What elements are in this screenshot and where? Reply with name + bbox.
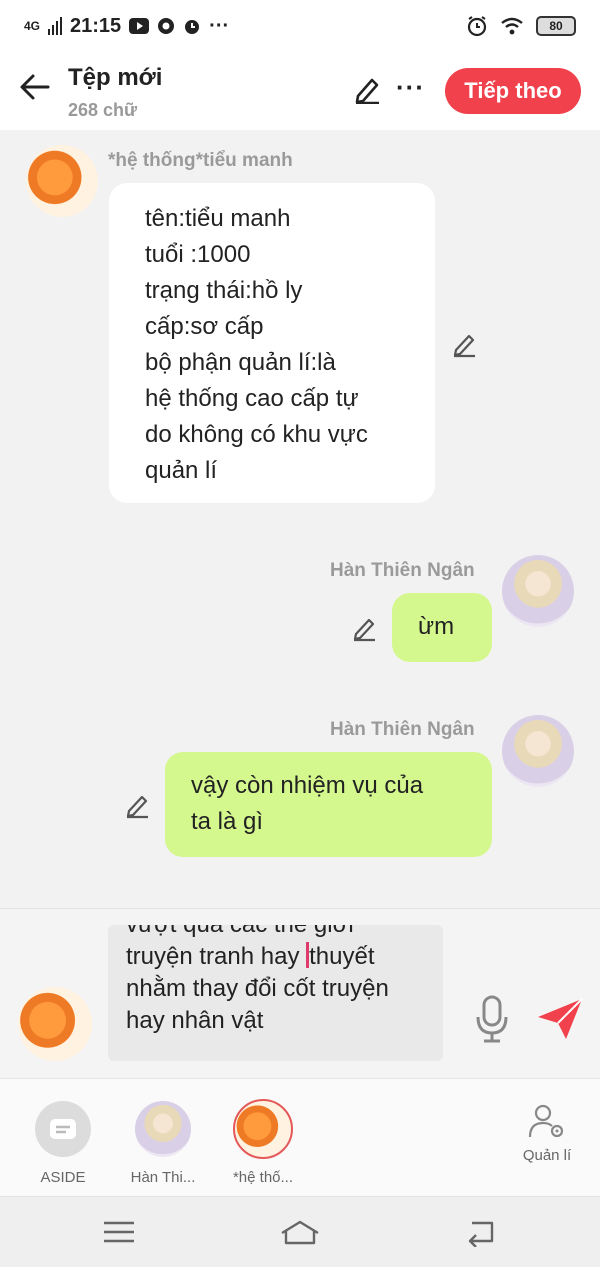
back-icon[interactable]	[462, 1217, 502, 1247]
aside-icon	[35, 1101, 91, 1157]
role-label: Quản lí	[522, 1147, 572, 1164]
edit-icon[interactable]	[352, 74, 382, 104]
edit-message-icon[interactable]	[450, 330, 478, 358]
sender-name: Hàn Thiên Ngân	[330, 719, 475, 740]
status-bar: 4G 21:15 ··· 80	[0, 0, 600, 52]
role-label: ASIDE	[40, 1169, 86, 1186]
more-notifications: ···	[209, 14, 230, 37]
message-bubble[interactable]: vậy còn nhiệm vụ của ta là gì	[165, 752, 492, 857]
word-count: 268 chữ	[68, 100, 138, 120]
network-label: 4G	[24, 19, 41, 33]
user-settings-icon	[528, 1104, 564, 1138]
edit-message-icon[interactable]	[350, 614, 378, 642]
microphone-icon[interactable]	[474, 995, 510, 1043]
back-arrow-icon[interactable]	[18, 70, 52, 104]
avatar-fox[interactable]	[26, 145, 98, 217]
header: Tệp mới 268 chữ ··· Tiếp theo	[0, 52, 600, 130]
message-text: tên:tiểu manh tuổi :1000 trạng thái:hồ l…	[145, 205, 368, 484]
more-options-button[interactable]: ···	[396, 72, 425, 103]
battery-icon: 80	[536, 16, 576, 36]
avatar-girl[interactable]	[502, 715, 574, 787]
role-label: Hàn Thi...	[130, 1169, 196, 1186]
battery-level: 80	[549, 19, 563, 33]
avatar-girl	[135, 1101, 191, 1157]
chat-area[interactable]: *hệ thống*tiểu manh tên:tiểu manh tuổi :…	[0, 130, 600, 908]
menu-icon[interactable]	[100, 1217, 140, 1247]
message-text: ừm	[418, 613, 455, 640]
message-bubble[interactable]: ừm	[392, 593, 492, 662]
send-icon[interactable]	[536, 995, 584, 1043]
signal-icon	[48, 17, 63, 35]
edit-message-icon[interactable]	[123, 791, 151, 819]
next-button[interactable]: Tiếp theo	[445, 68, 581, 114]
message-input[interactable]: vượt qua các thế giới truyện tranh hay t…	[108, 925, 443, 1061]
page-title: Tệp mới	[68, 64, 163, 91]
wifi-icon	[501, 17, 523, 35]
alarm-icon	[467, 16, 487, 37]
role-label: *hệ thố...	[232, 1169, 294, 1186]
role-bar: ASIDE Hàn Thi... *hệ thố... Quản lí	[0, 1078, 600, 1196]
sender-name: *hệ thống*tiểu manh	[108, 150, 293, 171]
role-he-thong[interactable]: *hệ thố...	[218, 1099, 308, 1186]
system-nav-bar	[0, 1196, 600, 1267]
home-icon[interactable]	[280, 1217, 320, 1247]
manage-roles-button[interactable]: Quản lí	[502, 1103, 592, 1164]
current-role-avatar[interactable]	[18, 987, 92, 1061]
alarm-status-icon	[185, 20, 200, 34]
status-time: 21:15	[70, 14, 122, 37]
avatar-girl[interactable]	[502, 555, 574, 627]
composer: vượt qua các thế giới truyện tranh hay t…	[0, 908, 600, 1078]
chrome-icon	[158, 18, 175, 34]
message-text: vậy còn nhiệm vụ của ta là gì	[191, 772, 424, 835]
role-aside[interactable]: ASIDE	[18, 1101, 108, 1186]
sender-name: Hàn Thiên Ngân	[330, 560, 475, 581]
avatar-fox	[233, 1099, 293, 1159]
youtube-icon	[129, 18, 150, 34]
role-han-thien-ngan[interactable]: Hàn Thi...	[118, 1101, 208, 1186]
message-bubble[interactable]: tên:tiểu manh tuổi :1000 trạng thái:hồ l…	[109, 183, 435, 503]
